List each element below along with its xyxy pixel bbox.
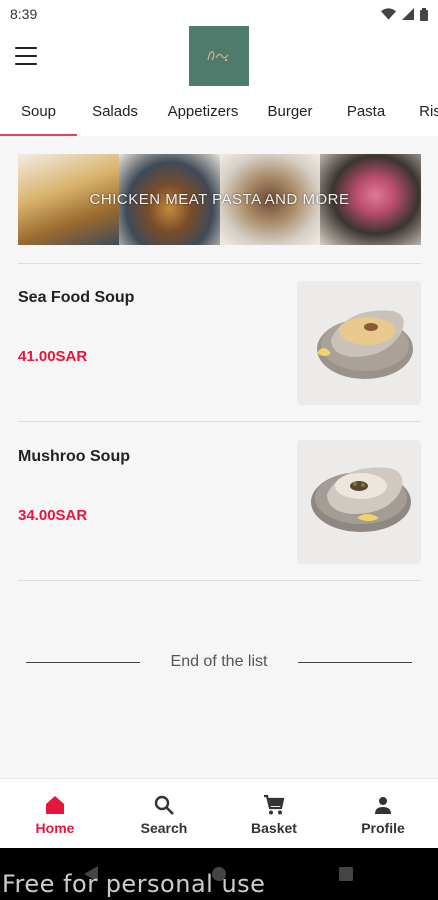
nav-label: Profile xyxy=(361,820,405,836)
item-price: 41.00SAR xyxy=(18,348,88,365)
item-name: Mushroo Soup xyxy=(18,448,130,465)
promo-banner[interactable]: CHICKEN MEAT PASTA AND MORE xyxy=(18,154,421,245)
tab-label: Soup xyxy=(20,103,57,120)
tab-label: Burger xyxy=(267,103,313,120)
menu-item[interactable]: Mushroo Soup 34.00SAR xyxy=(18,440,421,565)
status-bar: 8:39 xyxy=(0,0,438,28)
divider xyxy=(18,421,421,422)
home-icon xyxy=(46,796,64,814)
item-photo-seafood-soup xyxy=(297,281,421,405)
nav-label: Search xyxy=(140,820,188,836)
tab-burger[interactable]: Burger xyxy=(258,90,322,136)
restaurant-logo xyxy=(189,26,249,86)
status-time: 8:39 xyxy=(10,6,38,22)
hamburger-menu-icon[interactable] xyxy=(15,47,37,65)
search-icon xyxy=(154,795,174,815)
tab-label: Pasta xyxy=(346,103,386,120)
app-bar xyxy=(0,26,438,90)
battery-icon xyxy=(420,7,428,21)
status-icons xyxy=(381,7,428,21)
bottom-navigation: Home Search Basket Profile xyxy=(0,778,438,848)
nav-basket[interactable]: Basket xyxy=(219,793,329,836)
end-of-list-row: End of the list xyxy=(26,652,412,672)
item-name: Sea Food Soup xyxy=(18,289,135,306)
tab-soup[interactable]: Soup xyxy=(0,90,77,136)
end-line-right xyxy=(298,662,412,663)
recents-icon[interactable] xyxy=(339,867,353,881)
divider xyxy=(18,580,421,581)
banner-text: CHICKEN MEAT PASTA AND MORE xyxy=(89,191,350,208)
item-photo-mushroom-soup xyxy=(297,440,421,564)
nav-profile[interactable]: Profile xyxy=(328,793,438,836)
watermark: Free for personal use xyxy=(2,870,266,898)
tab-appetizers[interactable]: Appetizers xyxy=(160,90,246,136)
cart-icon xyxy=(264,794,285,815)
nav-label: Basket xyxy=(251,820,297,836)
nav-search[interactable]: Search xyxy=(109,793,219,836)
logo-mark-icon xyxy=(207,51,229,62)
tab-pasta[interactable]: Pasta xyxy=(336,90,396,136)
tab-risotto[interactable]: Ris xyxy=(410,90,438,136)
divider xyxy=(18,263,421,264)
tab-label: Appetizers xyxy=(167,103,239,120)
nav-home[interactable]: Home xyxy=(0,793,110,836)
system-navigation-bar: Free for personal use xyxy=(0,848,438,900)
nav-label: Home xyxy=(35,820,75,836)
item-price: 34.00SAR xyxy=(18,507,88,524)
category-tabs: Soup Salads Appetizers Burger Pasta Ris xyxy=(0,90,438,136)
tab-label: Salads xyxy=(92,103,138,120)
person-icon xyxy=(375,797,391,814)
wifi-icon xyxy=(381,8,396,20)
tab-salads[interactable]: Salads xyxy=(80,90,150,136)
signal-icon xyxy=(402,8,414,20)
menu-item[interactable]: Sea Food Soup 41.00SAR xyxy=(18,281,421,406)
tab-label: Ris xyxy=(419,103,438,120)
menu-content: CHICKEN MEAT PASTA AND MORE Sea Food Sou… xyxy=(0,136,438,778)
